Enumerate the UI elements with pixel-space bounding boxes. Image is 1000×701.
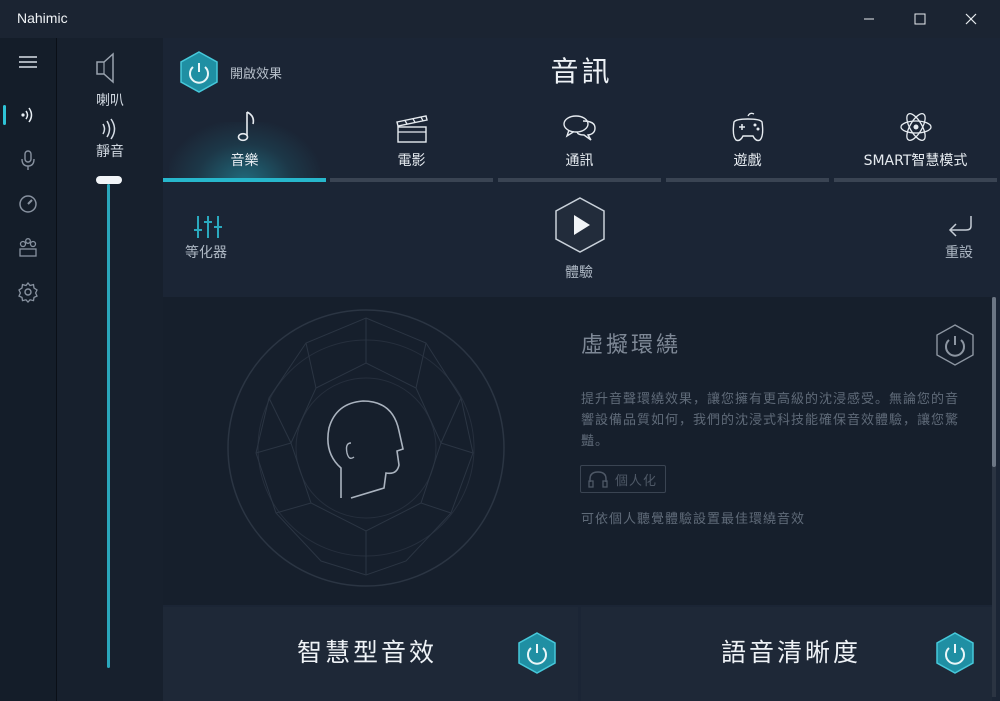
equalizer-button[interactable] [193,214,223,244]
app-title: Nahimic [17,10,68,26]
title-bar: Nahimic [0,0,1000,38]
tab-underline [498,178,661,182]
page-title: 音訊 [550,55,613,88]
mute-label: 靜音 [96,144,124,160]
tab-music-label: 音樂 [230,153,259,169]
voice-clarity-title: 語音清晰度 [721,638,862,667]
hamburger-icon [19,56,37,68]
scrollbar[interactable] [992,297,996,697]
volume-slider-thumb[interactable] [96,176,122,184]
undo-arrow-icon [948,216,972,237]
smart-audio-title: 智慧型音效 [297,638,438,667]
power-icon [518,632,556,674]
volume-panel: 喇叭 靜音 [56,38,164,701]
tab-underline [834,178,997,182]
minimize-button[interactable] [846,0,892,38]
smart-audio-card: 智慧型音效 [163,607,578,701]
surround-power-button[interactable] [935,323,975,371]
menu-button[interactable] [0,42,56,82]
microphone-icon [21,150,35,170]
nav-audio[interactable] [0,95,56,135]
scrollbar-thumb[interactable] [992,297,996,467]
smart-audio-power-button[interactable] [517,631,557,679]
speaker-label: 喇叭 [96,93,124,109]
equalizer-icon [194,216,222,238]
nav-settings[interactable] [0,272,56,312]
maximize-icon [914,13,926,25]
power-icon [936,324,974,366]
play-icon [555,197,605,253]
gamepad-icon [666,110,829,144]
virtual-surround-card: 虛擬環繞 提升音聲環繞效果，讓您擁有更高級的沈浸感受。無論您的音響設備品質如何，… [163,297,992,605]
tab-movie[interactable]: 電影 [330,108,493,182]
atom-icon [834,110,997,144]
experience-play-button[interactable] [554,196,606,258]
toolbar: 等化器 體驗 重設 [163,184,1000,296]
sphere-head-illustration [227,309,505,587]
power-icon [936,632,974,674]
devices-icon [19,238,37,257]
music-note-icon [163,110,326,144]
experience-label: 體驗 [565,265,593,281]
gauge-icon [19,195,37,213]
close-button[interactable] [948,0,994,38]
tab-underline [163,178,326,182]
tab-music[interactable]: 音樂 [163,108,326,182]
tab-game-label: 遊戲 [733,153,762,169]
clapperboard-icon [330,110,493,144]
nav-active-indicator [3,105,6,125]
close-icon [965,13,977,25]
virtual-surround-title: 虛擬環繞 [581,333,682,358]
nav-microphone[interactable] [0,140,56,180]
headphones-icon [588,471,608,488]
voice-clarity-card: 語音清晰度 [581,607,992,701]
equalizer-label: 等化器 [185,245,227,261]
chat-bubbles-icon [498,110,661,144]
tab-underline [666,178,829,182]
nav-sound-tracker[interactable] [0,184,56,224]
main-content: 開啟效果 音訊 音樂 電影 通訊 遊戲 SMART智慧模式 等化器 體驗 重設 … [163,38,1000,701]
virtual-surround-description: 提升音聲環繞效果，讓您擁有更高級的沈浸感受。無論您的音響設備品質如何，我們的沈浸… [581,392,960,449]
tab-movie-label: 電影 [397,153,426,169]
side-nav [0,38,56,701]
personalize-label: 個人化 [615,473,658,489]
tab-smart[interactable]: SMART智慧模式 [834,108,997,182]
minimize-icon [864,18,874,20]
maximize-button[interactable] [897,0,943,38]
voice-clarity-power-button[interactable] [935,631,975,679]
personalize-hint: 可依個人聽覺體驗設置最佳環繞音效 [581,512,806,527]
personalize-button[interactable]: 個人化 [580,465,666,493]
reset-label: 重設 [945,245,973,261]
tab-communication-label: 通訊 [565,153,594,169]
speaker-icon[interactable] [95,51,123,89]
volume-slider-track[interactable] [107,184,110,668]
reset-button[interactable] [946,214,974,242]
sound-wave-icon [21,107,33,123]
tab-smart-label: SMART智慧模式 [863,153,968,169]
tab-game[interactable]: 遊戲 [666,108,829,182]
nav-devices[interactable] [0,228,56,268]
gear-icon [18,281,38,303]
tab-underline [330,178,493,182]
tab-communication[interactable]: 通訊 [498,108,661,182]
